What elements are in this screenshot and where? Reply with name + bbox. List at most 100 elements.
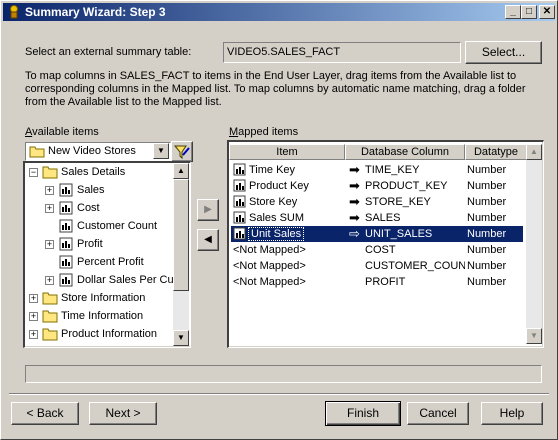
- cancel-button[interactable]: Cancel: [407, 402, 469, 425]
- help-button[interactable]: Help: [481, 402, 543, 425]
- expand-icon[interactable]: +: [29, 294, 38, 303]
- cell-item: Sales SUM: [249, 212, 305, 224]
- item-icon: [59, 237, 73, 251]
- tree-item[interactable]: + Cost: [25, 199, 173, 217]
- item-icon: [59, 273, 73, 287]
- wizard-app-icon: [10, 5, 18, 19]
- summary-table-field: VIDEO5.SALES_FACT: [223, 42, 461, 63]
- cell-datatype: Number: [467, 228, 507, 240]
- collapse-icon[interactable]: −: [29, 168, 38, 177]
- cancel-button-label: Cancel: [419, 406, 457, 420]
- expand-icon[interactable]: +: [45, 240, 54, 249]
- item-icon: [233, 227, 246, 240]
- column-header-datatype[interactable]: Datatype: [465, 144, 527, 160]
- cell-item: <Not Mapped>: [233, 244, 306, 256]
- next-button[interactable]: Next >: [89, 402, 157, 425]
- expand-icon[interactable]: +: [29, 312, 38, 321]
- mapping-arrow-icon: ➡: [349, 194, 360, 209]
- grid-scrollbar[interactable]: ▲ ▼: [526, 144, 542, 344]
- move-right-button[interactable]: ▶: [197, 199, 219, 221]
- tree-item-label: Product Information: [61, 328, 157, 340]
- tree-item[interactable]: − Sales Details: [25, 163, 173, 181]
- tree-scrollbar[interactable]: ▲ ▼: [173, 163, 189, 346]
- cell-database-column: CUSTOMER_COUN: [365, 260, 465, 272]
- table-row[interactable]: <Not Mapped> CUSTOMER_COUN Number: [231, 258, 523, 274]
- tree-item-label: Store Information: [61, 292, 146, 304]
- table-row[interactable]: ➡ Product Key PRODUCT_KEY Number: [231, 178, 523, 194]
- tree-item-label: Dollar Sales Per Cu: [77, 274, 174, 286]
- find-item-button[interactable]: [171, 141, 193, 162]
- title-bar[interactable]: Summary Wizard: Step 3 _ □ ✕: [3, 3, 555, 21]
- scroll-down-icon[interactable]: ▼: [173, 330, 189, 346]
- tree-item[interactable]: + Dollar Sales Per Cu: [25, 271, 174, 289]
- expand-icon[interactable]: +: [45, 204, 54, 213]
- folder-icon: [42, 328, 58, 341]
- cell-datatype: Number: [467, 212, 507, 224]
- table-row[interactable]: ➡ Store Key STORE_KEY Number: [231, 194, 523, 210]
- item-icon: [59, 219, 73, 233]
- folder-icon: [29, 146, 45, 158]
- help-button-label: Help: [499, 406, 525, 420]
- close-icon[interactable]: ✕: [539, 5, 555, 19]
- column-header-item[interactable]: Item: [229, 144, 345, 160]
- table-row[interactable]: ⇨ Unit Sales UNIT_SALES Number: [231, 226, 523, 242]
- window-title: Summary Wizard: Step 3: [25, 5, 166, 19]
- item-icon: [233, 163, 246, 176]
- available-items-label: Available items: [25, 126, 99, 138]
- move-left-button[interactable]: ◀: [197, 229, 219, 251]
- cell-database-column: UNIT_SALES: [365, 228, 433, 240]
- available-items-label-text: vailable items: [32, 126, 99, 138]
- column-header-database-column[interactable]: Database Column: [345, 144, 465, 160]
- tree-item[interactable]: + Product Information: [25, 325, 173, 343]
- item-icon: [59, 255, 73, 269]
- tree-item[interactable]: + Time Information: [25, 307, 173, 325]
- dropdown-value: New Video Stores: [48, 145, 136, 157]
- tree-item-label: Profit: [77, 238, 103, 250]
- mapped-items-grid[interactable]: Item Database Column Datatype ➡ Time Key T…: [229, 142, 542, 346]
- expand-icon[interactable]: +: [45, 186, 54, 195]
- column-header-database-column-label: Database Column: [360, 146, 450, 158]
- folder-dropdown[interactable]: New Video Stores ▼: [25, 142, 171, 161]
- item-icon: [233, 195, 246, 208]
- tree-item[interactable]: + Store Information: [25, 289, 173, 307]
- cell-datatype: Number: [467, 164, 507, 176]
- finish-button[interactable]: Finish: [325, 401, 401, 426]
- tree-item[interactable]: + Profit: [25, 235, 173, 253]
- item-icon: [233, 211, 246, 224]
- table-row[interactable]: ➡ Time Key TIME_KEY Number: [231, 162, 523, 178]
- cell-item: <Not Mapped>: [233, 276, 306, 288]
- select-button[interactable]: Select...: [465, 41, 542, 64]
- expand-icon[interactable]: +: [29, 330, 38, 339]
- mapped-items-label: Mapped items: [229, 126, 299, 138]
- status-bar: [25, 365, 542, 383]
- table-row[interactable]: <Not Mapped> PROFIT Number: [231, 274, 523, 290]
- cell-item: Time Key: [249, 164, 296, 176]
- minimize-icon[interactable]: _: [505, 5, 521, 19]
- cell-item: Unit Sales: [247, 227, 305, 241]
- grid-scroll-up-icon[interactable]: ▲: [526, 144, 542, 160]
- find-icon: [173, 145, 190, 160]
- table-row[interactable]: <Not Mapped> COST Number: [231, 242, 523, 258]
- scroll-up-icon[interactable]: ▲: [173, 163, 189, 179]
- instructions-text: To map columns in SALES_FACT to items in…: [25, 70, 526, 108]
- expand-icon[interactable]: +: [45, 276, 54, 285]
- tree-item-label: Sales: [77, 184, 105, 196]
- mapping-arrow-icon: ⇨: [349, 226, 360, 241]
- tree-item[interactable]: Percent Profit: [25, 253, 173, 271]
- maximize-icon[interactable]: □: [521, 5, 537, 19]
- scroll-thumb[interactable]: [173, 179, 189, 291]
- table-row[interactable]: ➡ Sales SUM SALES Number: [231, 210, 523, 226]
- tree-item[interactable]: + Sales: [25, 181, 173, 199]
- summary-table-label: Select an external summary table:: [25, 46, 192, 58]
- grid-scroll-down-icon[interactable]: ▼: [526, 328, 542, 344]
- cell-database-column: PROFIT: [365, 276, 406, 288]
- cell-database-column: PRODUCT_KEY: [365, 180, 448, 192]
- tree-item-label: Cost: [77, 202, 100, 214]
- tree-item[interactable]: Customer Count: [25, 217, 173, 235]
- tree-item-label: Sales Details: [61, 166, 126, 178]
- cell-database-column: TIME_KEY: [365, 164, 420, 176]
- available-items-tree[interactable]: − Sales Details + Sales + Cost Customer Count +…: [25, 163, 190, 346]
- folder-icon: [42, 292, 58, 305]
- back-button[interactable]: < Back: [11, 402, 79, 425]
- chevron-down-icon[interactable]: ▼: [153, 143, 169, 159]
